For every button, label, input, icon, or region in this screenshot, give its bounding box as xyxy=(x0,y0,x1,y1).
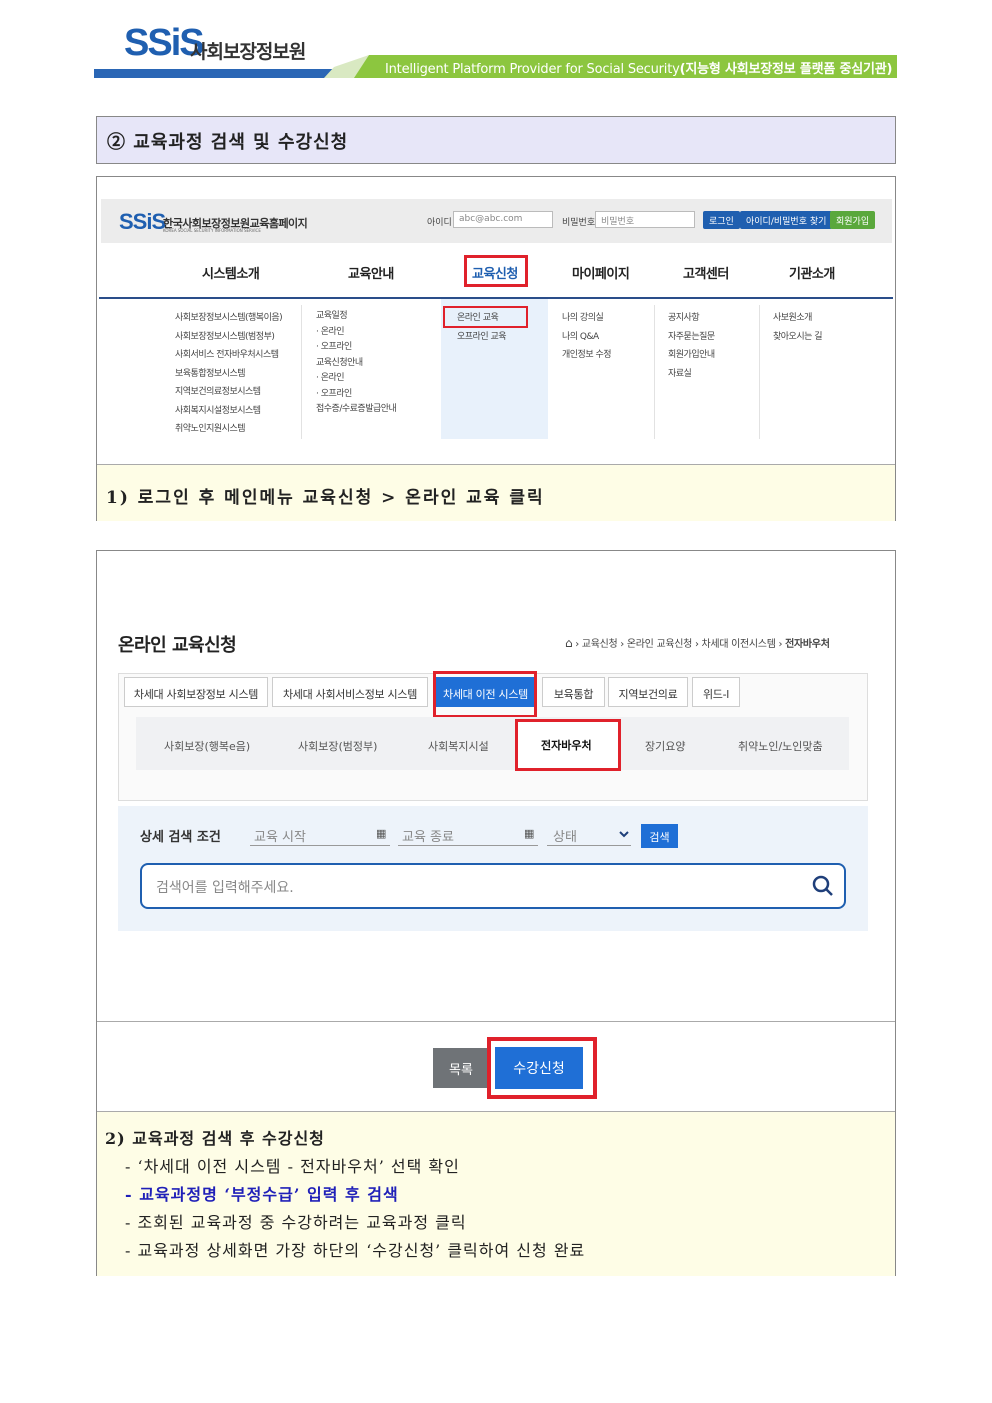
menu-col-system: 사회보장정보시스템(행복이음) 사회보장정보시스템(범정부) 사회서비스 전자바… xyxy=(175,309,283,439)
step2-note: 2) 교육과정 검색 후 수강신청 - ‘차세대 이전 시스템 - 전자바우처’… xyxy=(97,1111,895,1276)
keyword-search-input[interactable]: 검색어를 입력해주세요. xyxy=(140,863,846,909)
page-title: 온라인 교육신청 xyxy=(118,635,237,656)
menu-col-customer: 공지사항 자주묻는질문 회원가입안내 자료실 xyxy=(668,309,715,383)
tab-next-gen-service[interactable]: 차세대 사회서비스정보 시스템 xyxy=(272,677,428,707)
col-divider xyxy=(759,305,760,439)
screenshot-panel-2: 온라인 교육신청 ⌂ › 교육신청 › 온라인 교육신청 › 차세대 이전시스템… xyxy=(96,550,896,1276)
gnb-customer-center[interactable]: 고객센터 xyxy=(683,263,729,282)
site-subname: KOREA SOCIAL SECURITY INFORMATION SERVIC… xyxy=(163,228,261,233)
search-condition-label: 상세 검색 조건 xyxy=(140,830,221,845)
menu-item[interactable]: · 온라인 xyxy=(316,325,396,341)
menu-item[interactable]: 보육통합정보시스템 xyxy=(175,365,282,384)
site-logo-mark: SSiS xyxy=(119,209,166,234)
breadcrumb-item[interactable]: 교육신청 xyxy=(582,639,618,650)
subtab-happy-eum[interactable]: 사회보장(행복e음) xyxy=(164,738,250,754)
breadcrumb-item: 전자바우처 xyxy=(785,639,830,650)
menu-item[interactable]: 교육신청안내 xyxy=(316,356,396,372)
calendar-icon[interactable]: ▦ xyxy=(376,827,386,840)
menu-col-org: 사보원소개 찾아오시는 길 xyxy=(773,309,823,347)
step2-line: - 조회된 교육과정 중 수강하려는 교육과정 클릭 xyxy=(125,1213,467,1232)
menu-item[interactable]: 사회복지시설정보시스템 xyxy=(175,402,282,421)
menu-item[interactable]: 개인정보 수정 xyxy=(562,346,612,365)
menu-item[interactable]: 사회보장정보시스템(범정부) xyxy=(175,328,282,347)
id-input[interactable]: abc@abc.com xyxy=(453,211,553,228)
login-button[interactable]: 로그인 xyxy=(703,211,740,229)
menu-item[interactable]: 나의 Q&A xyxy=(562,328,611,347)
menu-item[interactable]: 공지사항 xyxy=(668,309,715,328)
menu-item[interactable]: 나의 강의실 xyxy=(562,309,611,328)
gnb-edu-guide[interactable]: 교육안내 xyxy=(348,263,394,282)
list-button[interactable]: 목록 xyxy=(433,1048,489,1088)
menu-item[interactable]: 교육일정 xyxy=(316,309,396,325)
menu-item[interactable]: 자료실 xyxy=(668,365,715,384)
step2-title: 2) 교육과정 검색 후 수강신청 xyxy=(105,1129,325,1148)
menu-item[interactable]: 사보원소개 xyxy=(773,309,822,328)
subtab-elderly-care[interactable]: 취약노인/노인맞춤 xyxy=(738,738,823,754)
menu-item[interactable]: 취약노인지원시스템 xyxy=(175,420,282,439)
section-title: ② 교육과정 검색 및 수강신청 xyxy=(96,116,896,164)
pw-input[interactable]: 비밀번호 xyxy=(595,211,695,228)
subtab-welfare-facility[interactable]: 사회복지시설 xyxy=(428,738,489,754)
menu-item[interactable]: 회원가입안내 xyxy=(668,346,715,365)
header-tagline: Intelligent Platform Provider for Social… xyxy=(385,58,892,77)
join-button[interactable]: 회원가입 xyxy=(830,211,876,229)
subtab-long-term-care[interactable]: 장기요양 xyxy=(645,738,685,754)
col-divider xyxy=(654,305,655,439)
id-label: 아이디 xyxy=(427,218,452,228)
menu-item-offline-edu[interactable]: 오프라인 교육 xyxy=(457,328,507,347)
gnb-system-intro[interactable]: 시스템소개 xyxy=(202,263,260,282)
menu-item[interactable]: 지역보건의료정보시스템 xyxy=(175,383,282,402)
calendar-icon[interactable]: ▦ xyxy=(524,827,534,840)
gnb-mypage[interactable]: 마이페이지 xyxy=(572,263,630,282)
step2-line-highlight: - 교육과정명 ‘부정수급’ 입력 후 검색 xyxy=(125,1185,399,1204)
step1-note: 1) 로그인 후 메인메뉴 교육신청 > 온라인 교육 클릭 xyxy=(97,464,895,521)
find-id-pw-button[interactable]: 아이디/비밀번호 찾기 xyxy=(740,211,833,229)
gnb-org-intro[interactable]: 기관소개 xyxy=(789,263,835,282)
menu-item[interactable]: 사회서비스 전자바우처시스템 xyxy=(175,346,282,365)
menu-item[interactable]: · 온라인 xyxy=(316,371,396,387)
menu-item[interactable]: · 오프라인 xyxy=(316,340,396,356)
menu-item[interactable]: 자주묻는질문 xyxy=(668,328,715,347)
breadcrumb: ⌂ › 교육신청 › 온라인 교육신청 › 차세대 이전시스템 › 전자바우처 xyxy=(565,636,830,650)
search-button[interactable]: 검색 xyxy=(641,824,678,848)
step2-line: - ‘차세대 이전 시스템 - 전자바우처’ 선택 확인 xyxy=(125,1157,460,1176)
highlight-box-online-edu xyxy=(443,306,528,328)
tab-childcare[interactable]: 보육통합 xyxy=(542,677,605,707)
edu-start-date-input[interactable]: 교육 시작 xyxy=(250,822,390,846)
menu-item[interactable]: 접수증/수료증발급안내 xyxy=(316,402,397,418)
menu-col-guide: 교육일정 · 온라인 · 오프라인 교육신청안내 · 온라인 · 오프라인 접수… xyxy=(316,309,397,418)
tab-with-l[interactable]: 위드-l xyxy=(692,677,740,707)
menu-item[interactable]: 찾아오시는 길 xyxy=(773,328,823,347)
highlight-box-apply xyxy=(487,1037,597,1099)
step2-line: - 교육과정 상세화면 가장 하단의 ‘수강신청’ 클릭하여 신청 완료 xyxy=(125,1241,586,1260)
menu-item[interactable]: · 오프라인 xyxy=(316,387,396,403)
search-icon[interactable] xyxy=(812,875,834,897)
pw-label: 비밀번호 xyxy=(562,218,596,228)
tab-next-gen-social[interactable]: 차세대 사회보장정보 시스템 xyxy=(124,677,268,707)
subtab-gov-wide[interactable]: 사회보장(범정부) xyxy=(298,738,377,754)
site-logo-icon: SSiS xyxy=(119,209,166,235)
panel-divider xyxy=(97,1021,895,1022)
edu-end-date-input[interactable]: 교육 종료 xyxy=(398,822,538,846)
breadcrumb-item[interactable]: 차세대 이전시스템 xyxy=(702,639,776,650)
breadcrumb-item[interactable]: 온라인 교육신청 xyxy=(627,639,692,650)
highlight-box-gnb xyxy=(464,255,528,287)
col-divider xyxy=(301,305,302,439)
tagline-ko: (지능형 사회보장정보 플랫폼 중심기관) xyxy=(679,62,893,77)
tab-regional-health[interactable]: 지역보건의료 xyxy=(608,677,688,707)
chevron-down-icon xyxy=(619,831,629,838)
menu-col-mypage: 나의 강의실 나의 Q&A 개인정보 수정 xyxy=(562,309,612,365)
screenshot-panel-1: SSiS 한국사회보장정보원교육홈페이지 KOREA SOCIAL SECURI… xyxy=(96,176,896,521)
highlight-box-voucher xyxy=(515,719,621,771)
menu-item[interactable]: 사회보장정보시스템(행복이음) xyxy=(175,309,283,328)
tagline-en: Intelligent Platform Provider for Social… xyxy=(385,62,680,77)
home-icon[interactable]: ⌂ xyxy=(565,636,573,650)
highlight-box-legacy-tab xyxy=(433,671,537,718)
